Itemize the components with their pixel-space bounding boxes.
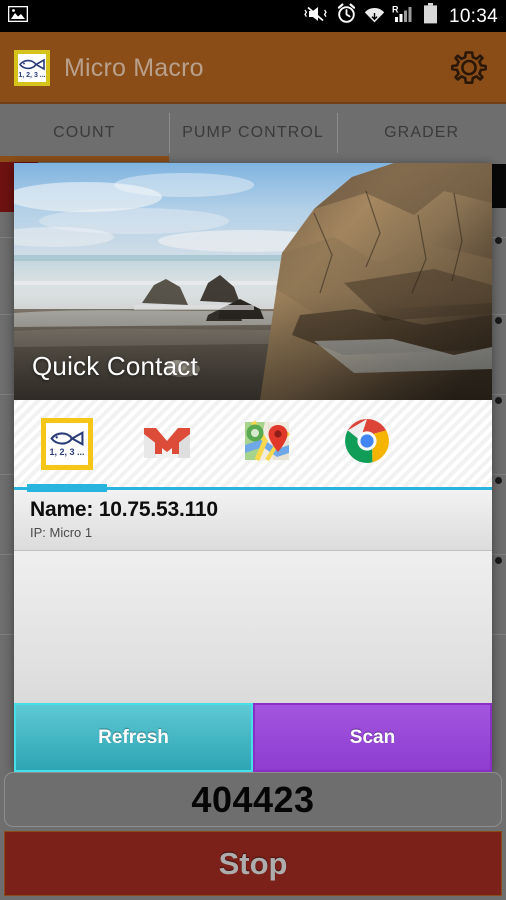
count-value: 404423 [191, 778, 315, 820]
background-bullet-icon [495, 237, 502, 244]
quick-contact-app-maps[interactable] [240, 417, 294, 471]
quick-contact-app-micro-macro[interactable]: 1, 2, 3 ... [27, 417, 107, 492]
quick-contact-title: Quick Contact [32, 351, 198, 381]
battery-icon [423, 3, 438, 29]
vibrate-mute-icon [303, 4, 329, 29]
image-icon [7, 5, 29, 27]
scan-button-label: Scan [349, 726, 396, 748]
stop-button[interactable]: Stop [4, 831, 502, 896]
background-bullet-icon [495, 317, 502, 324]
quick-contact-app-strip: 1, 2, 3 ... [14, 400, 492, 492]
refresh-button-label: Refresh [98, 726, 169, 748]
tab-pump-control-label: PUMP CONTROL [182, 124, 324, 141]
scan-button[interactable]: Scan [253, 703, 492, 772]
contact-name: Name: 10.75.53.110 [30, 498, 218, 521]
background-bullet-icon [495, 557, 502, 564]
refresh-button[interactable]: Refresh [14, 703, 253, 772]
quick-contact-app-chrome[interactable] [340, 417, 394, 471]
chrome-icon [343, 417, 391, 470]
fish-icon: 1, 2, 3 ... [14, 50, 50, 86]
phone-screen: R 10:34 1, 2, 3 ... Micro Macro COUNT PU… [0, 0, 506, 900]
contact-subtitle: IP: Micro 1 [30, 525, 93, 540]
action-button-row: Refresh Scan [14, 703, 492, 772]
google-maps-icon [243, 419, 291, 468]
quick-contact-app-gmail[interactable] [140, 417, 194, 471]
gear-icon[interactable] [446, 45, 492, 91]
tab-pump-control[interactable]: PUMP CONTROL [168, 104, 338, 162]
stop-button-label: Stop [218, 845, 288, 881]
tab-count[interactable]: COUNT [0, 104, 169, 162]
app-bar: 1, 2, 3 ... Micro Macro [0, 32, 506, 104]
gmail-icon [142, 422, 192, 465]
quick-contact-app-caption: 1, 2, 3 ... [49, 447, 85, 457]
background-bullet-icon [495, 397, 502, 404]
contact-photo: Quick Contact [14, 163, 492, 400]
wifi-icon [364, 4, 385, 28]
contact-name-block: Name: 10.75.53.110 IP: Micro 1 [14, 490, 492, 551]
roaming-signal-icon: R [392, 4, 416, 29]
svg-text:R: R [392, 4, 399, 14]
quick-contact-dialog: Quick Contact 1, 2, 3 ... Name: 10.75.53… [14, 163, 492, 772]
status-bar-left [7, 5, 29, 27]
page-title: Micro Macro [64, 53, 204, 82]
tab-grader-label: GRADER [384, 124, 460, 141]
app-logo-caption: 1, 2, 3 ... [18, 71, 46, 79]
tab-bar: COUNT PUMP CONTROL GRADER [0, 104, 506, 162]
status-bar-clock: 10:34 [448, 5, 498, 27]
count-display: 404423 [4, 772, 502, 827]
fish-icon: 1, 2, 3 ... [41, 417, 93, 470]
alarm-clock-icon [336, 3, 357, 29]
tab-grader[interactable]: GRADER [337, 104, 506, 162]
background-bullet-icon [495, 477, 502, 484]
tab-count-label: COUNT [53, 124, 116, 141]
status-bar-right: R 10:34 [303, 3, 498, 29]
status-bar: R 10:34 [0, 0, 506, 32]
